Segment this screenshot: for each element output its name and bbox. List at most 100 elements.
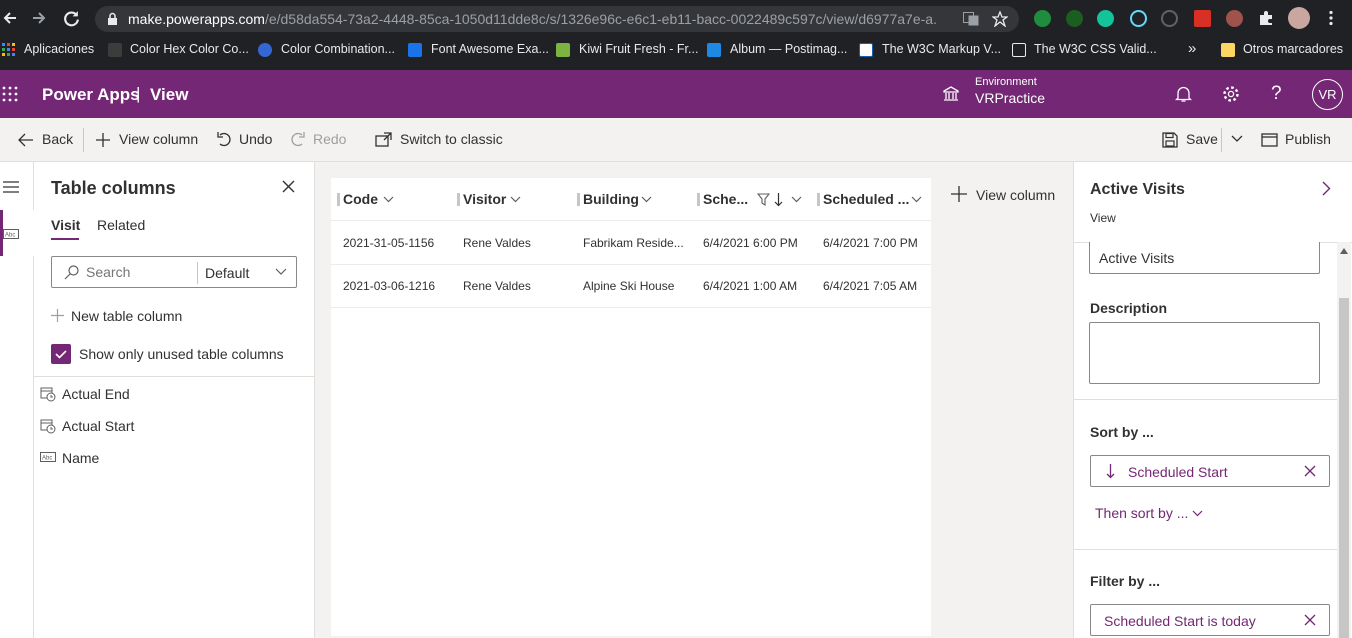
table-row[interactable]: 2021-03-06-1216 Rene Valdes Alpine Ski H… [331, 265, 931, 308]
chevron-down-icon[interactable] [1192, 510, 1203, 517]
text-field-icon[interactable]: Abc [3, 229, 19, 239]
react-icon[interactable] [1130, 10, 1147, 27]
column-resize-handle[interactable] [577, 193, 580, 206]
grammarly-icon[interactable] [1097, 10, 1114, 27]
show-unused-checkbox[interactable] [51, 344, 71, 364]
avatar[interactable]: VR [1312, 79, 1343, 110]
chevron-right-icon[interactable] [1322, 181, 1331, 196]
filter-dropdown[interactable]: Default [205, 265, 249, 281]
view-column-button[interactable]: View column [119, 131, 198, 147]
other-bookmarks[interactable]: Otros marcadores [1243, 42, 1343, 56]
close-icon[interactable] [282, 180, 295, 193]
plus-icon[interactable] [95, 132, 111, 148]
chevron-down-icon[interactable] [911, 196, 922, 203]
profile-avatar[interactable] [1288, 7, 1310, 29]
plus-icon[interactable] [951, 186, 967, 202]
bookmark-item[interactable]: The W3C Markup V... [882, 42, 1001, 56]
description-input[interactable] [1089, 322, 1320, 384]
header-code[interactable]: Code [343, 191, 378, 207]
forward-arrow-icon[interactable] [31, 10, 47, 26]
column-item[interactable]: Actual Start [62, 418, 134, 434]
chevron-down-icon[interactable] [383, 196, 394, 203]
scrollbar-thumb[interactable] [1339, 298, 1349, 638]
column-resize-handle[interactable] [337, 193, 340, 206]
tab-related[interactable]: Related [97, 217, 145, 233]
add-view-column-button[interactable]: View column [976, 187, 1055, 203]
header-visitor[interactable]: Visitor [463, 191, 506, 207]
plus-icon[interactable] [51, 309, 64, 322]
sort-down-icon[interactable] [774, 192, 783, 207]
column-resize-handle[interactable] [817, 193, 820, 206]
view-name-input[interactable] [1089, 242, 1320, 274]
puzzle-icon[interactable] [1258, 10, 1274, 26]
history-extension-icon[interactable] [1161, 10, 1178, 27]
check-extension-icon[interactable] [1034, 10, 1051, 27]
filter-pill[interactable]: Scheduled Start is today [1090, 604, 1330, 636]
bookmark-item[interactable]: Aplicaciones [24, 42, 94, 56]
bookmark-item[interactable]: Kiwi Fruit Fresh - Fr... [579, 42, 698, 56]
switch-classic-icon[interactable] [375, 132, 392, 148]
back-button[interactable]: Back [42, 131, 73, 147]
save-button[interactable]: Save [1186, 131, 1218, 147]
switch-to-classic-button[interactable]: Switch to classic [400, 131, 503, 147]
extension-icon[interactable] [1066, 10, 1083, 27]
ball-extension-icon[interactable] [1226, 10, 1243, 27]
chevron-down-icon[interactable] [641, 196, 652, 203]
search-input[interactable] [86, 263, 191, 281]
bookmark-item[interactable]: Font Awesome Exa... [431, 42, 549, 56]
environment-name[interactable]: VRPractice [975, 90, 1045, 106]
publish-button[interactable]: Publish [1285, 131, 1331, 147]
back-arrow-icon[interactable] [2, 10, 18, 26]
bell-icon[interactable] [1175, 85, 1192, 103]
bookmark-item[interactable]: The W3C CSS Valid... [1034, 42, 1157, 56]
scroll-up-arrow-icon[interactable] [1340, 248, 1348, 254]
filter-by-label: Filter by ... [1090, 573, 1161, 589]
help-icon[interactable]: ? [1271, 83, 1282, 105]
bookmark-item[interactable]: Color Combination... [281, 42, 395, 56]
new-table-column-button[interactable]: New table column [71, 308, 182, 324]
chevron-down-icon[interactable] [791, 196, 802, 203]
publish-icon[interactable] [1261, 132, 1278, 148]
view-properties-panel: Active Visits View Description Sort by .… [1073, 162, 1352, 638]
table-row[interactable]: 2021-31-05-1156 Rene Valdes Fabrikam Res… [331, 222, 931, 265]
column-item[interactable]: Name [62, 450, 99, 466]
back-arrow-icon[interactable] [17, 132, 34, 148]
bookmark-item[interactable]: Color Hex Color Co... [130, 42, 249, 56]
environment-icon[interactable] [942, 85, 960, 103]
show-unused-label[interactable]: Show only unused table columns [79, 346, 284, 362]
more-bookmarks-button[interactable]: » [1188, 40, 1196, 57]
column-resize-handle[interactable] [697, 193, 700, 206]
chevron-down-icon[interactable] [275, 268, 287, 276]
header-scheduled-start[interactable]: Sche... [703, 191, 748, 207]
close-icon[interactable] [1304, 614, 1316, 626]
translate-icon[interactable] [963, 12, 979, 26]
column-item[interactable]: Actual End [62, 386, 130, 402]
save-icon[interactable] [1162, 132, 1178, 148]
redo-button[interactable]: Redo [313, 131, 346, 147]
gear-icon[interactable] [1222, 85, 1240, 103]
postimage-icon [707, 43, 721, 57]
sort-pill[interactable]: Scheduled Start [1090, 455, 1330, 487]
address-bar[interactable]: make.powerapps.com/e/d58da554-73a2-4448-… [95, 6, 1019, 32]
tab-visit[interactable]: Visit [51, 217, 80, 233]
star-icon[interactable] [992, 11, 1008, 27]
undo-icon[interactable] [216, 131, 232, 148]
color-combination-icon [258, 43, 272, 57]
flag-extension-icon[interactable] [1194, 10, 1211, 27]
filter-icon[interactable] [757, 193, 770, 206]
bookmark-item[interactable]: Album — Postimag... [730, 42, 847, 56]
then-sort-by-button[interactable]: Then sort by ... [1095, 505, 1188, 521]
waffle-icon[interactable] [2, 86, 18, 102]
chrome-menu-icon[interactable] [1323, 10, 1339, 26]
redo-icon[interactable] [290, 131, 306, 148]
column-resize-handle[interactable] [457, 193, 460, 206]
chevron-down-icon[interactable] [1231, 135, 1243, 143]
undo-button[interactable]: Undo [239, 131, 272, 147]
reload-icon[interactable] [63, 10, 80, 27]
header-scheduled-end[interactable]: Scheduled ... [823, 191, 909, 207]
app-name[interactable]: Power Apps [42, 85, 140, 105]
close-icon[interactable] [1304, 465, 1316, 477]
hamburger-icon[interactable] [3, 181, 19, 193]
chevron-down-icon[interactable] [510, 196, 521, 203]
header-building[interactable]: Building [583, 191, 639, 207]
